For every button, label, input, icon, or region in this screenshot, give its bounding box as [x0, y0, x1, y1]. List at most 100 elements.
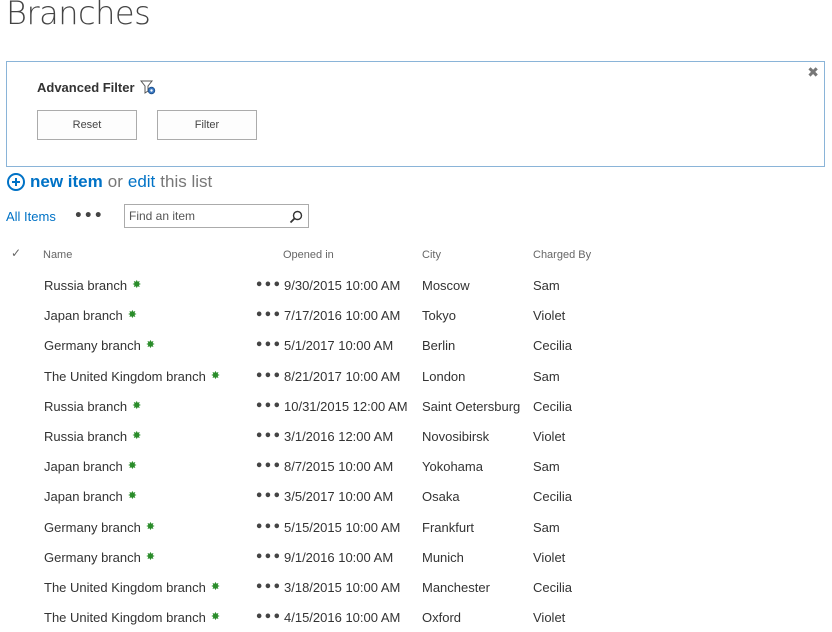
- new-item-icon: ✸: [145, 550, 156, 563]
- table-row[interactable]: Japan branch ✸ ••• 7/17/2016 10:00 AM Tokyo V…: [0, 300, 832, 330]
- column-header-city[interactable]: City: [422, 249, 441, 261]
- cell-opened-in: 7/17/2016 10:00 AM: [284, 308, 401, 324]
- edit-list-link[interactable]: edit: [128, 172, 155, 192]
- column-header-charged-by[interactable]: Charged By: [533, 249, 591, 261]
- views-bar: All Items •••: [6, 204, 309, 228]
- item-menu-button[interactable]: •••: [255, 550, 281, 565]
- filter-heading-label: Advanced Filter: [37, 79, 135, 95]
- item-title-link[interactable]: Germany branch: [44, 550, 141, 565]
- page: Branches ✖ Advanced Filter Reset Filter …: [0, 0, 832, 632]
- table-header: ✓ Name Opened in City Charged By: [0, 240, 832, 270]
- new-item-icon: ✸: [127, 460, 137, 473]
- cell-city: Tokyo: [422, 308, 456, 324]
- cell-city: Moscow: [422, 278, 470, 293]
- table-row[interactable]: Russia branch ✸ ••• 9/30/2015 10:00 AM Mosco…: [0, 270, 832, 300]
- this-list-text: this list: [160, 172, 213, 191]
- cell-charged-by: Violet: [533, 549, 566, 565]
- cell-city: Novosibirsk: [422, 428, 490, 444]
- cell-opened-in: 9/1/2016 10:00 AM: [284, 549, 394, 565]
- table-row[interactable]: Japan branch ✸ ••• 3/5/2017 10:00 AM Osaka Ce…: [0, 481, 832, 511]
- cell-charged-by: Cecilia: [533, 398, 573, 414]
- item-menu-button[interactable]: •••: [255, 338, 281, 353]
- cell-name: Japan branch ✸: [44, 308, 137, 323]
- new-item-icon: ✸: [127, 490, 137, 503]
- cell-opened-in: 3/1/2016 12:00 AM: [284, 428, 394, 444]
- cell-name: Russia branch ✸: [44, 429, 141, 444]
- advanced-filter-panel: ✖ Advanced Filter Reset Filter: [6, 61, 825, 167]
- item-title-link[interactable]: Germany branch: [44, 520, 141, 535]
- add-icon[interactable]: [7, 173, 25, 191]
- cell-name: The United Kingdom branch ✸: [44, 610, 220, 625]
- cell-opened-in: 3/5/2017 10:00 AM: [284, 489, 394, 505]
- cell-opened-in: 5/1/2017 10:00 AM: [284, 338, 394, 354]
- search-icon[interactable]: [289, 209, 303, 224]
- item-menu-button[interactable]: •••: [255, 610, 281, 625]
- cell-opened-in: 8/7/2015 10:00 AM: [284, 459, 394, 475]
- cell-charged-by: Cecilia: [533, 579, 573, 595]
- item-title-link[interactable]: Germany branch: [44, 338, 141, 353]
- item-menu-button[interactable]: •••: [255, 369, 281, 384]
- cell-opened-in: 9/30/2015 10:00 AM: [284, 278, 401, 293]
- cell-city: Oxford: [422, 610, 462, 626]
- table-row[interactable]: Russia branch ✸ ••• 10/31/2015 12:00 AM Sain…: [0, 391, 832, 421]
- cell-charged-by: Cecilia: [533, 489, 573, 505]
- column-header-opened-in[interactable]: Opened in: [283, 249, 334, 261]
- item-title-link[interactable]: Russia branch: [44, 429, 127, 444]
- table-row[interactable]: The United Kingdom branch ✸ ••• 3/18/2015 1…: [0, 572, 832, 602]
- table-row[interactable]: Germany branch ✸ ••• 5/1/2017 10:00 AM Berli…: [0, 330, 832, 360]
- cell-city: Munich: [422, 549, 464, 565]
- table-row[interactable]: The United Kingdom branch ✸ ••• 8/21/2017 1…: [0, 361, 832, 391]
- cell-city: Manchester: [422, 579, 490, 595]
- list-table: ✓ Name Opened in City Charged By Russia …: [0, 240, 832, 632]
- item-title-link[interactable]: Russia branch: [44, 399, 127, 414]
- item-title-link[interactable]: Japan branch: [44, 308, 123, 323]
- item-menu-button[interactable]: •••: [255, 459, 281, 474]
- search-box: [124, 204, 309, 228]
- cell-city: Saint Oetersburg: [422, 398, 521, 414]
- item-title-link[interactable]: The United Kingdom branch: [44, 610, 206, 625]
- item-title-link[interactable]: Japan branch: [44, 489, 123, 504]
- cell-charged-by: Sam: [533, 278, 560, 293]
- cell-name: The United Kingdom branch ✸: [44, 580, 220, 595]
- item-menu-button[interactable]: •••: [255, 489, 281, 504]
- close-icon[interactable]: ✖: [807, 64, 819, 82]
- item-menu-button[interactable]: •••: [255, 580, 281, 595]
- new-item-icon: ✸: [210, 580, 221, 593]
- cell-charged-by: Sam: [533, 459, 560, 475]
- cell-charged-by: Violet: [533, 308, 566, 324]
- more-views-button[interactable]: •••: [74, 209, 104, 223]
- filter-heading: Advanced Filter: [37, 79, 156, 95]
- reset-button[interactable]: Reset: [37, 110, 137, 140]
- table-row[interactable]: Germany branch ✸ ••• 9/1/2016 10:00 AM Munic…: [0, 542, 832, 572]
- table-row[interactable]: Germany branch ✸ ••• 5/15/2015 10:00 AM Fran…: [0, 512, 832, 542]
- item-title-link[interactable]: The United Kingdom branch: [44, 580, 206, 595]
- item-title-link[interactable]: Japan branch: [44, 459, 123, 474]
- new-item-icon: ✸: [132, 279, 142, 291]
- table-row[interactable]: Japan branch ✸ ••• 8/7/2015 10:00 AM Yokoham…: [0, 451, 832, 481]
- item-menu-button[interactable]: •••: [255, 278, 281, 293]
- item-menu-button[interactable]: •••: [255, 308, 281, 323]
- view-all-items[interactable]: All Items: [6, 209, 56, 224]
- cell-opened-in: 10/31/2015 12:00 AM: [284, 398, 408, 414]
- new-item-icon: ✸: [127, 309, 137, 322]
- table-row[interactable]: Russia branch ✸ ••• 3/1/2016 12:00 AM Novosi…: [0, 421, 832, 451]
- item-title-link[interactable]: Russia branch: [44, 278, 127, 293]
- cell-charged-by: Cecilia: [533, 338, 573, 354]
- new-item-icon: ✸: [145, 339, 156, 352]
- cell-opened-in: 4/15/2016 10:00 AM: [284, 610, 401, 626]
- cell-opened-in: 3/18/2015 10:00 AM: [284, 579, 401, 595]
- new-item-link[interactable]: new item: [30, 172, 103, 192]
- or-text: or: [107, 172, 123, 191]
- item-menu-button[interactable]: •••: [255, 429, 281, 444]
- select-all-checkbox[interactable]: ✓: [11, 246, 21, 260]
- column-header-name[interactable]: Name: [43, 249, 72, 261]
- search-input[interactable]: [129, 206, 279, 226]
- item-menu-button[interactable]: •••: [255, 399, 281, 414]
- table-row[interactable]: The United Kingdom branch ✸ ••• 4/15/2016 1…: [0, 602, 832, 632]
- item-title-link[interactable]: The United Kingdom branch: [44, 369, 206, 384]
- new-item-icon: ✸: [210, 611, 221, 624]
- cell-city: Osaka: [422, 489, 460, 505]
- item-menu-button[interactable]: •••: [255, 520, 281, 535]
- filter-button[interactable]: Filter: [157, 110, 257, 140]
- new-item-icon: ✸: [132, 429, 142, 442]
